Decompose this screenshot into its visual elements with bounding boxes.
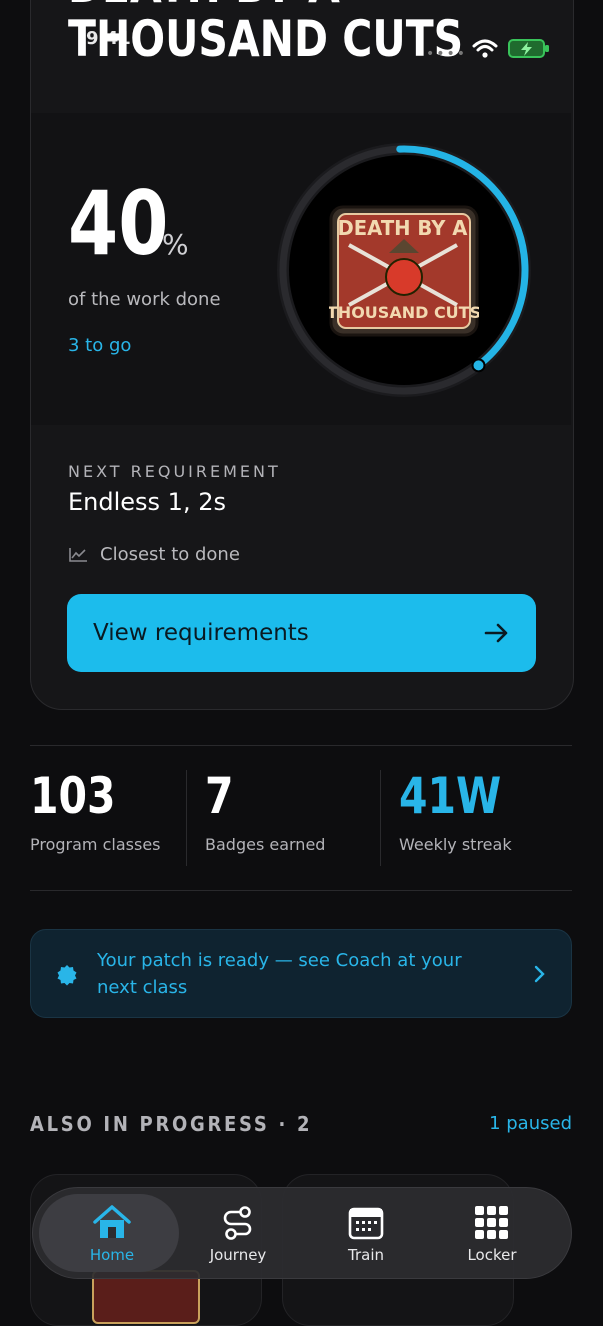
paused-link[interactable]: 1 paused [489, 1113, 572, 1134]
challenge-badge: DEATH BY A THOUSAND CUTS [329, 205, 479, 337]
patch-ready-text: Your patch is ready — see Coach at your … [97, 950, 462, 998]
signal-icon: •••• [426, 46, 468, 62]
grid-icon [475, 1206, 508, 1239]
divider [30, 745, 572, 746]
nav-journey[interactable]: Journey [175, 1188, 301, 1280]
calendar-icon [348, 1207, 384, 1240]
next-requirement-label: NEXT REQUIREMENT [68, 462, 281, 481]
next-requirement-value: Endless 1, 2s [68, 488, 226, 516]
progress-knob [471, 358, 486, 373]
stat-divider [380, 770, 381, 866]
status-time: 9:41 [86, 28, 131, 49]
nav-train[interactable]: Train [303, 1188, 429, 1280]
svg-text:DEATH BY A: DEATH BY A [338, 217, 469, 240]
view-requirements-label: View requirements [93, 620, 309, 646]
wifi-icon [472, 39, 498, 58]
badge-seal-icon [57, 965, 77, 986]
stat-streak-value: 41W [399, 767, 502, 825]
stat-badges-label: Badges earned [205, 835, 326, 854]
stat-badges-value: 7 [205, 767, 234, 825]
journey-icon [223, 1206, 252, 1240]
nav-train-label: Train [348, 1246, 384, 1264]
percent-sign: % [162, 228, 189, 261]
percent-value: 40 [68, 172, 169, 275]
bottom-nav: Home Journey Train Locker [32, 1187, 572, 1279]
to-go-label[interactable]: 3 to go [68, 335, 131, 356]
chevron-right-icon [534, 965, 545, 983]
view-requirements-button[interactable]: View requirements [67, 594, 536, 672]
chart-trend-icon [69, 547, 87, 562]
nav-journey-label: Journey [209, 1246, 267, 1264]
divider [30, 890, 572, 891]
arrow-right-icon [484, 623, 508, 643]
stat-divider [186, 770, 187, 866]
closest-to-done: Closest to done [68, 544, 240, 565]
nav-locker-label: Locker [467, 1246, 517, 1264]
home-icon [93, 1205, 131, 1238]
nav-home[interactable]: Home [49, 1188, 175, 1280]
stat-program-classes-value: 103 [30, 767, 116, 825]
stat-program-classes-label: Program classes [30, 835, 161, 854]
also-in-progress-heading: ALSO IN PROGRESS · 2 [30, 1112, 313, 1136]
nav-locker[interactable]: Locker [429, 1188, 555, 1280]
nav-home-label: Home [89, 1246, 135, 1264]
work-done-label: of the work done [68, 289, 221, 310]
stat-streak-label: Weekly streak [399, 835, 512, 854]
battery-icon [508, 39, 549, 58]
patch-ready-banner[interactable]: Your patch is ready — see Coach at your … [30, 929, 572, 1018]
svg-text:THOUSAND CUTS: THOUSAND CUTS [329, 303, 479, 322]
